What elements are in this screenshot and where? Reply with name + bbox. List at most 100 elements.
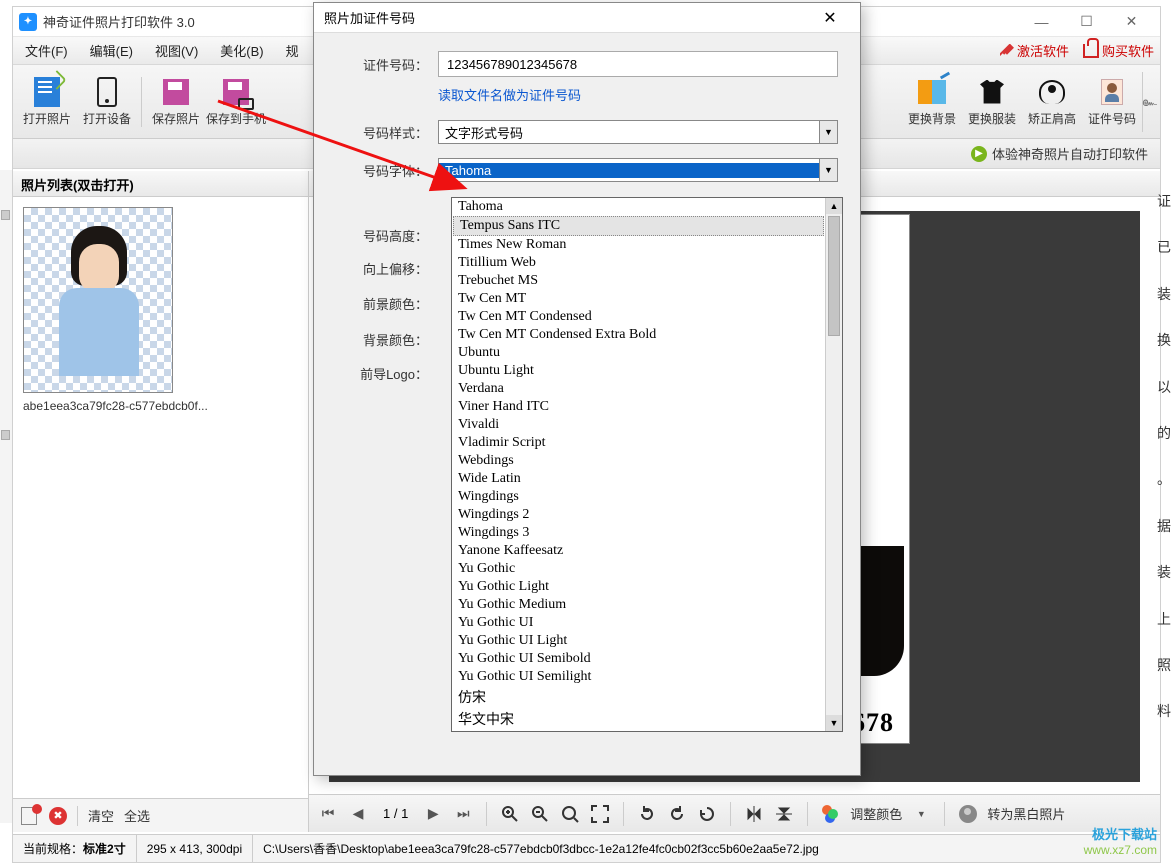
chevron-down-icon: ▼	[819, 121, 837, 143]
scrollbar-thumb[interactable]	[828, 216, 840, 336]
font-option[interactable]: Tahoma	[452, 198, 825, 216]
fix-shoulder-button[interactable]: 矫正肩高	[1022, 69, 1082, 135]
page-indicator: 1 / 1	[377, 806, 414, 821]
select-all-button[interactable]: 全选	[124, 806, 150, 825]
adjust-color-button[interactable]: 调整颜色	[850, 804, 902, 823]
style-combo[interactable]: 文字形式号码▼	[438, 120, 838, 144]
font-option[interactable]: Yanone Kaffeesatz	[452, 542, 825, 560]
minimize-button[interactable]: —	[1019, 8, 1064, 36]
menu-file[interactable]: 文件(F)	[19, 38, 74, 63]
photo-thumbnail[interactable]	[23, 207, 173, 393]
read-filename-link[interactable]: 读取文件名做为证件号码	[438, 85, 838, 104]
font-option[interactable]: Titillium Web	[452, 254, 825, 272]
font-option[interactable]: Vladimir Script	[452, 434, 825, 452]
adjust-color-dropdown[interactable]: ▼	[910, 803, 932, 825]
menu-beautify[interactable]: 美化(B)	[214, 38, 269, 63]
play-icon: ▶	[971, 146, 987, 162]
flip-h-icon[interactable]	[743, 803, 765, 825]
font-option[interactable]: Wingdings 3	[452, 524, 825, 542]
font-option[interactable]: Yu Gothic Medium	[452, 596, 825, 614]
label-logo: 前导Logo：	[336, 364, 428, 383]
activate-link[interactable]: 激活软件	[1000, 41, 1069, 60]
zoom-out-icon[interactable]	[529, 803, 551, 825]
label-bg-color: 背景颜色：	[336, 330, 428, 349]
font-option[interactable]: Yu Gothic Light	[452, 578, 825, 596]
photo-list-footer: ✖ 清空 全选	[13, 798, 308, 832]
fullscreen-icon[interactable]	[589, 803, 611, 825]
page-scrollbar	[0, 170, 12, 823]
toolbar-overflow[interactable]: ๛	[1142, 72, 1156, 132]
font-option[interactable]: Yu Gothic UI Semibold	[452, 650, 825, 668]
annotation-arrow	[214, 97, 484, 210]
change-clothes-button[interactable]: 更换服装	[962, 69, 1022, 135]
font-option[interactable]: Yu Gothic UI	[452, 614, 825, 632]
next-page-button[interactable]: ▶	[422, 803, 444, 825]
id-number-input[interactable]	[438, 51, 838, 77]
font-option[interactable]: Viner Hand ITC	[452, 398, 825, 416]
thumb-area: abe1eea3ca79fc28-c577ebdcb0f...	[13, 197, 308, 423]
right-edge-text: 证已装换以的。据装上照料	[1157, 190, 1175, 747]
font-option[interactable]: Times New Roman	[452, 236, 825, 254]
avatar-gray-icon	[957, 803, 979, 825]
font-option[interactable]: Ubuntu Light	[452, 362, 825, 380]
rotate-right-icon[interactable]	[666, 803, 688, 825]
font-option[interactable]: Yu Gothic	[452, 560, 825, 578]
menu-spec[interactable]: 规	[280, 38, 305, 63]
menu-edit[interactable]: 编辑(E)	[84, 38, 139, 63]
font-option[interactable]: Wingdings 2	[452, 506, 825, 524]
change-bg-button[interactable]: 更换背景	[902, 69, 962, 135]
thumb-filename: abe1eea3ca79fc28-c577ebdcb0f...	[23, 399, 283, 413]
delete-icon[interactable]	[21, 807, 39, 825]
font-option[interactable]: Yu Gothic UI Light	[452, 632, 825, 650]
last-page-button[interactable]: ⏭	[452, 803, 474, 825]
clear-button[interactable]: 清空	[88, 806, 114, 825]
font-option[interactable]: 仿宋	[452, 686, 825, 708]
font-option[interactable]: Tw Cen MT Condensed	[452, 308, 825, 326]
font-option[interactable]: Tempus Sans ITC	[453, 216, 824, 236]
font-list-scrollbar[interactable]: ▲ ▼	[825, 198, 842, 731]
open-device-button[interactable]: 打开设备	[77, 69, 137, 135]
background-icon	[918, 80, 946, 104]
watermark: 极光下载站 www.xz7.com	[1084, 827, 1157, 857]
font-option[interactable]: Yu Gothic UI Semilight	[452, 668, 825, 686]
font-option[interactable]: Vivaldi	[452, 416, 825, 434]
font-option[interactable]: 华文仿宋	[452, 730, 825, 731]
rotate-free-icon[interactable]	[696, 803, 718, 825]
remove-icon[interactable]: ✖	[49, 807, 67, 825]
font-option[interactable]: Trebuchet MS	[452, 272, 825, 290]
zoom-in-icon[interactable]	[499, 803, 521, 825]
to-bw-button[interactable]: 转为黑白照片	[987, 804, 1065, 823]
id-number-button[interactable]: 证件号码	[1082, 69, 1142, 135]
scroll-down-button[interactable]: ▼	[826, 715, 842, 731]
font-option[interactable]: Wingdings	[452, 488, 825, 506]
maximize-button[interactable]: ☐	[1064, 8, 1109, 36]
promo-button[interactable]: ▶体验神奇照片自动打印软件	[971, 144, 1148, 163]
zoom-fit-icon[interactable]	[559, 803, 581, 825]
prev-page-button[interactable]: ◀	[347, 803, 369, 825]
font-option[interactable]: Webdings	[452, 452, 825, 470]
font-option[interactable]: 华文中宋	[452, 708, 825, 730]
app-icon: ✦	[19, 13, 37, 31]
close-button[interactable]: ✕	[1109, 8, 1154, 36]
font-option[interactable]: Tw Cen MT Condensed Extra Bold	[452, 326, 825, 344]
photo-list-panel: 照片列表(双击打开) abe1eea3ca79fc28-c577ebdcb0f.…	[13, 171, 309, 832]
status-path: C:\Users\香香\Desktop\abe1eea3ca79fc28-c57…	[253, 835, 1160, 862]
font-combo[interactable]: Tahoma▼	[438, 158, 838, 182]
rotate-left-icon[interactable]	[636, 803, 658, 825]
font-option[interactable]: Wide Latin	[452, 470, 825, 488]
flip-v-icon[interactable]	[773, 803, 795, 825]
label-id-number: 证件号码：	[336, 55, 428, 74]
phone-icon	[97, 77, 117, 107]
save-photo-button[interactable]: 保存照片	[146, 69, 206, 135]
shoulder-icon	[1039, 80, 1065, 104]
font-option[interactable]: Tw Cen MT	[452, 290, 825, 308]
scroll-up-button[interactable]: ▲	[826, 198, 842, 214]
first-page-button[interactable]: ⏮	[317, 803, 339, 825]
buy-link[interactable]: 购买软件	[1083, 41, 1154, 60]
font-option[interactable]: Verdana	[452, 380, 825, 398]
center-toolbar: ⏮ ◀ 1 / 1 ▶ ⏭ 调整颜色 ▼	[309, 794, 1160, 832]
menu-view[interactable]: 视图(V)	[149, 38, 204, 63]
open-photo-button[interactable]: 打开照片	[17, 69, 77, 135]
dialog-close-button[interactable]: ✕	[810, 8, 850, 28]
font-option[interactable]: Ubuntu	[452, 344, 825, 362]
